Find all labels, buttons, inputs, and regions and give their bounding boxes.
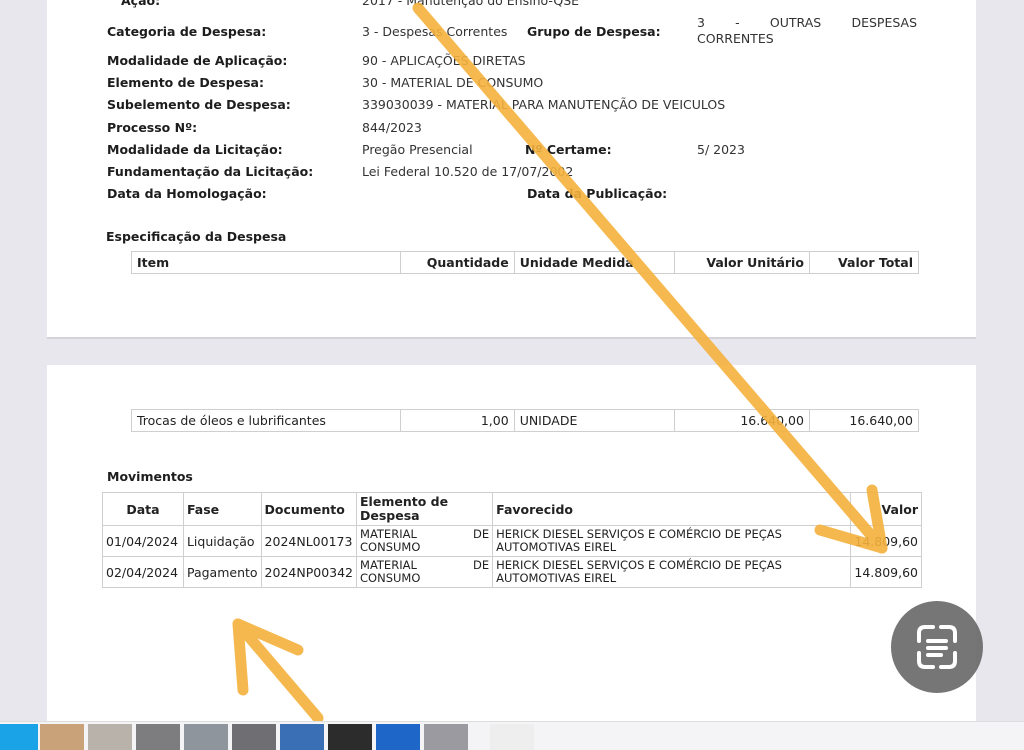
subelemento-label: Subelemento de Despesa:: [107, 97, 291, 112]
col-valor-total: Valor Total: [808, 251, 920, 274]
mov-elemento-l2: CONSUMO: [360, 540, 421, 554]
col-item: Item: [131, 251, 401, 274]
acao-value: 2017 - Manutenção do Ensino-QSE: [362, 0, 580, 8]
thumbnail[interactable]: [0, 724, 38, 750]
quantidade-cell: 1,00: [399, 409, 515, 432]
categoria-value: 3 - Despesas Correntes: [362, 24, 508, 39]
publicacao-label: Data da Publicação:: [527, 186, 668, 201]
thumbnail[interactable]: [328, 724, 372, 750]
thumbnail[interactable]: [280, 724, 324, 750]
subelemento-value: 339030039 - MATERIAL PARA MANUTENÇÃO DE …: [362, 97, 726, 112]
mov-col-valor: Valor: [850, 492, 922, 526]
thumbnail[interactable]: [88, 724, 132, 750]
movimentos-title: Movimentos: [107, 469, 193, 484]
thumbnail[interactable]: [40, 724, 84, 750]
mov-elemento-de: DE: [473, 558, 490, 572]
certame-value: 5/ 2023: [697, 142, 745, 157]
mov-elemento: MATERIAL DE CONSUMO: [356, 556, 494, 588]
grupo-value-line2: CORRENTES: [697, 31, 774, 46]
processo-value: 844/2023: [362, 120, 422, 135]
mov-col-favorecido: Favorecido: [492, 492, 851, 526]
mov-col-data: Data: [102, 492, 184, 526]
categoria-label: Categoria de Despesa:: [107, 24, 267, 39]
mov-favorecido: HERICK DIESEL SERVIÇOS E COMÉRCIO DE PEÇ…: [492, 525, 851, 557]
unidade-cell: UNIDADE: [513, 409, 676, 432]
especificacao-header-table: Item Quantidade Unidade Medida Valor Uni…: [131, 251, 920, 274]
mov-col-documento: Documento: [260, 492, 358, 526]
mov-documento: 2024NP00342: [260, 556, 358, 588]
movimentos-table: Data Fase Documento Elemento de Despesa …: [102, 492, 922, 588]
mov-elemento: MATERIAL DE CONSUMO: [356, 525, 494, 557]
col-quantidade: Quantidade: [399, 251, 515, 274]
document-page-2: Trocas de óleos e lubrificantes 1,00 UNI…: [47, 365, 976, 725]
certame-label: Nº Certame:: [525, 142, 612, 157]
col-unidade: Unidade Medida: [513, 251, 676, 274]
grupo-label: Grupo de Despesa:: [527, 24, 661, 39]
table-row: 01/04/2024 Liquidação 2024NL00173 MATERI…: [102, 525, 922, 557]
thumbnail-strip: [0, 721, 1024, 750]
thumbnail[interactable]: [184, 724, 228, 750]
processo-label: Processo Nº:: [107, 120, 198, 135]
especificacao-title: Especificação da Despesa: [106, 229, 287, 244]
mov-favorecido-l2: AUTOMOTIVAS EIREL: [496, 571, 617, 585]
col-valor-unitario: Valor Unitário: [674, 251, 810, 274]
thumbnail[interactable]: [376, 724, 420, 750]
mov-fase: Pagamento: [182, 556, 262, 588]
table-row: Trocas de óleos e lubrificantes 1,00 UNI…: [131, 409, 920, 432]
mov-fase: Liquidação: [182, 525, 262, 557]
thumbnail[interactable]: [424, 724, 468, 750]
modalidade-licitacao-value: Pregão Presencial: [362, 142, 473, 157]
modalidade-aplicacao-value: 90 - APLICAÇÕES DIRETAS: [362, 53, 526, 68]
mov-documento: 2024NL00173: [260, 525, 358, 557]
homologacao-label: Data da Homologação:: [107, 186, 267, 201]
grupo-value-line1: 3 - OUTRAS DESPESAS: [697, 15, 917, 30]
elemento-label: Elemento de Despesa:: [107, 75, 264, 90]
fundamentacao-value: Lei Federal 10.520 de 17/07/2002: [362, 164, 574, 179]
mov-valor: 14.809,60: [850, 525, 922, 557]
thumbnail[interactable]: [490, 724, 534, 750]
text-scan-icon: [917, 625, 957, 669]
thumbnail[interactable]: [232, 724, 276, 750]
mov-col-fase: Fase: [182, 492, 262, 526]
item-cell: Trocas de óleos e lubrificantes: [131, 409, 401, 432]
mov-valor: 14.809,60: [850, 556, 922, 588]
mov-data: 02/04/2024: [102, 556, 184, 588]
modalidade-licitacao-label: Modalidade da Licitação:: [107, 142, 283, 157]
acao-label: Ação:: [121, 0, 161, 8]
table-row: 02/04/2024 Pagamento 2024NP00342 MATERIA…: [102, 556, 922, 588]
elemento-value: 30 - MATERIAL DE CONSUMO: [362, 75, 544, 90]
text-scan-button[interactable]: [891, 601, 983, 693]
thumbnail[interactable]: [136, 724, 180, 750]
mov-favorecido-l2: AUTOMOTIVAS EIREL: [496, 540, 617, 554]
mov-data: 01/04/2024: [102, 525, 184, 557]
mov-col-elemento: Elemento de Despesa: [356, 492, 494, 526]
mov-elemento-de: DE: [473, 527, 490, 541]
modalidade-aplicacao-label: Modalidade de Aplicação:: [107, 53, 288, 68]
especificacao-row-table: Trocas de óleos e lubrificantes 1,00 UNI…: [131, 409, 920, 432]
mov-elemento-l2: CONSUMO: [360, 571, 421, 585]
document-page-1: Ação: 2017 - Manutenção do Ensino-QSE Ca…: [47, 0, 976, 337]
valor-unitario-cell: 16.640,00: [674, 409, 810, 432]
fundamentacao-label: Fundamentação da Licitação:: [107, 164, 314, 179]
valor-total-cell: 16.640,00: [808, 409, 920, 432]
mov-favorecido: HERICK DIESEL SERVIÇOS E COMÉRCIO DE PEÇ…: [492, 556, 851, 588]
